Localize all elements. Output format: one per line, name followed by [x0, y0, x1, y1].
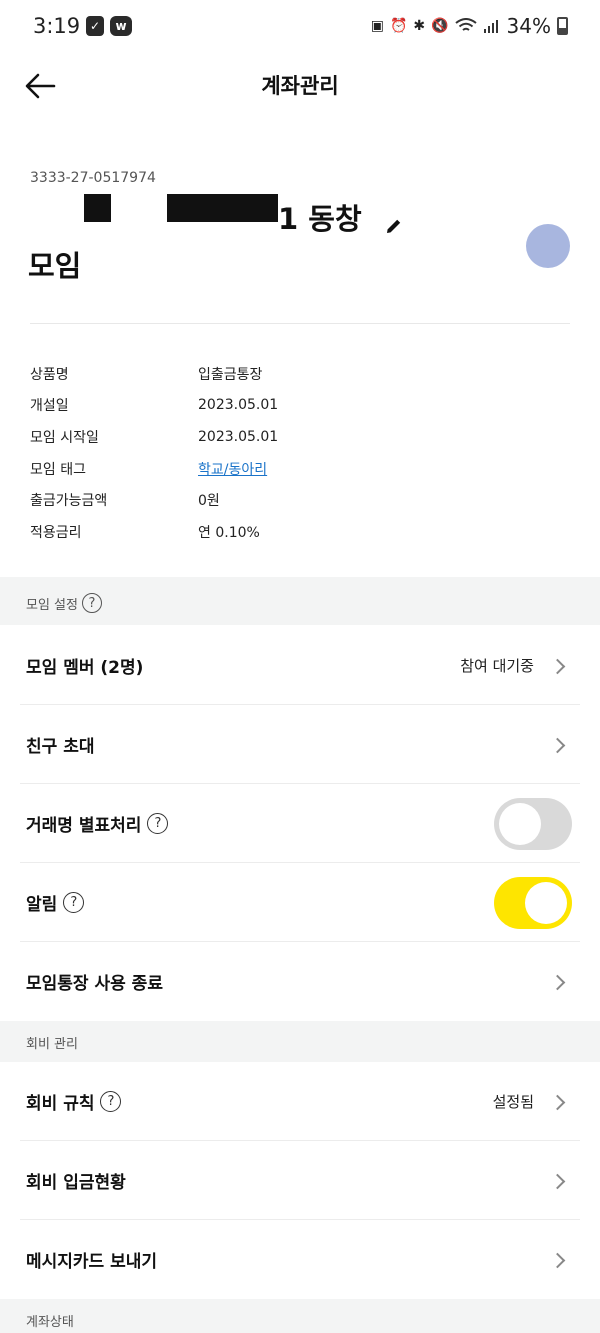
dues-status-label: 회비 입금현황 [26, 1173, 126, 1193]
info-row: 출금가능금액 0원 [30, 484, 570, 516]
checkbox-icon: ✓ [86, 16, 104, 36]
help-icon[interactable]: ? [147, 813, 169, 834]
chevron-right-icon [550, 974, 566, 990]
section-title: 모임 설정 [26, 597, 78, 613]
info-label: 모임 태그 [30, 461, 86, 478]
account-name-line1: 1 동창 [278, 202, 362, 236]
members-status: 참여 대기중 [460, 657, 534, 675]
info-row: 모임 시작일 2023.05.01 [30, 421, 570, 453]
end-usage-row[interactable]: 모임통장 사용 종료 [20, 942, 580, 1021]
account-name-line2: 모임 [28, 249, 82, 283]
toggle-knob [499, 803, 541, 845]
battery-icon [557, 17, 568, 35]
w-app-icon: w [110, 16, 132, 36]
members-label: 모임 멤버 (2명) [26, 658, 144, 678]
pencil-icon[interactable] [384, 216, 404, 236]
dues-rules-label: 회비 규칙 [26, 1094, 95, 1114]
mask-names-row: 거래명 별표처리 ? [20, 784, 580, 863]
redaction-bar [167, 194, 278, 222]
section-group-settings: 모임 설정 ? [0, 577, 600, 625]
info-label: 모임 시작일 [30, 429, 99, 446]
status-time: 3:19 [33, 14, 81, 38]
info-row: 적용금리 연 0.10% [30, 516, 570, 548]
toggle-knob [525, 882, 567, 924]
chevron-right-icon [550, 1252, 566, 1268]
notifications-label: 알림 [26, 895, 58, 915]
avatar[interactable] [526, 224, 570, 268]
help-icon[interactable]: ? [100, 1091, 122, 1112]
wifi-icon [454, 18, 477, 31]
notifications-toggle[interactable] [494, 877, 572, 929]
section-title: 계좌상태 [26, 1315, 74, 1330]
info-label: 상품명 [30, 366, 69, 383]
dues-status-row[interactable]: 회비 입금현황 [20, 1141, 580, 1220]
dues-rules-row[interactable]: 회비 규칙 ? 설정됨 [20, 1062, 580, 1141]
battery-percent: 34% [506, 14, 551, 38]
info-label: 출금가능금액 [30, 493, 108, 510]
divider [30, 323, 570, 324]
info-value: 0원 [198, 493, 220, 510]
section-dues-management: 회비 관리 [0, 1021, 600, 1062]
chevron-right-icon [550, 1173, 566, 1189]
end-usage-label: 모임통장 사용 종료 [26, 974, 163, 994]
message-card-label: 메시지카드 보내기 [26, 1252, 158, 1272]
help-icon[interactable]: ? [63, 892, 85, 913]
invite-friends-row[interactable]: 친구 초대 [20, 705, 580, 784]
mask-names-toggle[interactable] [494, 798, 572, 850]
app-header: 계좌관리 [0, 56, 600, 116]
dues-rules-status: 설정됨 [492, 1093, 534, 1111]
notifications-row: 알림 ? [20, 863, 580, 942]
bluetooth-icon: ✱ [413, 18, 426, 34]
chevron-right-icon [550, 658, 566, 674]
account-number: 3333-27-0517974 [30, 170, 156, 186]
status-bar: 3:19 ✓ w ▣ ⏰ ✱ 🔇 34% [0, 0, 600, 56]
members-row[interactable]: 모임 멤버 (2명) 참여 대기중 [20, 626, 580, 705]
info-value: 입출금통장 [198, 366, 263, 383]
mask-names-label: 거래명 별표처리 [26, 816, 142, 836]
help-icon[interactable]: ? [81, 593, 102, 613]
info-value: 2023.05.01 [198, 397, 279, 414]
alarm-icon: ⏰ [389, 18, 408, 34]
info-row: 개설일 2023.05.01 [30, 390, 570, 422]
chevron-right-icon [550, 1094, 566, 1110]
info-label: 개설일 [30, 398, 69, 415]
info-value: 2023.05.01 [198, 428, 279, 445]
mute-icon: 🔇 [431, 18, 449, 34]
page-title: 계좌관리 [261, 74, 339, 98]
redaction-bar [84, 194, 111, 222]
signal-icon [483, 20, 498, 33]
section-title: 회비 관리 [26, 1037, 78, 1052]
info-label: 적용금리 [30, 524, 82, 541]
chevron-right-icon [550, 737, 566, 753]
info-row: 상품명 입출금통장 [30, 358, 570, 390]
section-account-status: 계좌상태 [0, 1299, 600, 1333]
account-info: 상품명 입출금통장 개설일 2023.05.01 모임 시작일 2023.05.… [30, 358, 570, 548]
message-card-row[interactable]: 메시지카드 보내기 [20, 1220, 580, 1299]
invite-label: 친구 초대 [26, 737, 95, 757]
info-value: 연 0.10% [198, 524, 260, 541]
lock-screen-icon: ▣ [370, 18, 384, 34]
info-row: 모임 태그 학교/동아리 [30, 453, 570, 485]
group-tag-link[interactable]: 학교/동아리 [198, 459, 267, 479]
